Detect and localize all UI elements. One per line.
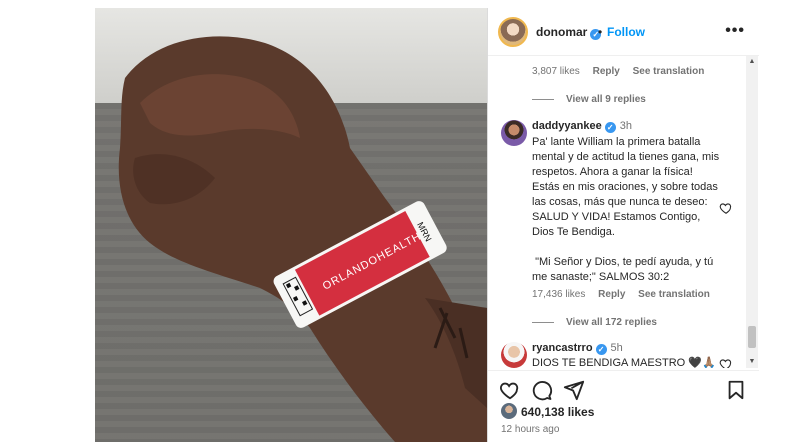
liker-avatar bbox=[501, 403, 517, 419]
view-replies-link[interactable]: View all 9 replies bbox=[532, 94, 646, 105]
likes-count[interactable]: 640,138 likes bbox=[521, 405, 594, 419]
author-username-text[interactable]: donomar bbox=[536, 25, 587, 39]
post-timestamp[interactable]: 12 hours ago bbox=[501, 424, 559, 435]
commenter-username[interactable]: daddyyankee bbox=[532, 120, 602, 132]
comments-scrollbar[interactable]: ▲ ▼ bbox=[746, 56, 758, 368]
commenter-username[interactable]: ryancastrro bbox=[532, 342, 593, 354]
see-translation-link[interactable]: See translation bbox=[638, 289, 710, 300]
comment-text: Pa' lante William la primera batalla men… bbox=[532, 136, 720, 283]
header-separator: • bbox=[598, 25, 603, 39]
comment-meta: 17,436 likes Reply See translation bbox=[532, 289, 720, 300]
scrollbar-thumb[interactable] bbox=[748, 326, 756, 348]
verified-icon: ✓ bbox=[595, 344, 607, 355]
scroll-down-arrow-icon[interactable]: ▼ bbox=[748, 358, 756, 366]
comment-text: DIOS TE BENDIGA MAESTRO 🖤🙏🏽 bbox=[532, 357, 716, 368]
post-actions bbox=[488, 370, 759, 401]
like-comment-heart-icon[interactable] bbox=[719, 357, 733, 368]
reply-link[interactable]: Reply bbox=[593, 66, 620, 77]
commenter-avatar[interactable] bbox=[501, 120, 527, 146]
view-replies-link[interactable]: View all 172 replies bbox=[532, 317, 657, 328]
author-username[interactable]: donomar ✓ bbox=[536, 25, 602, 40]
author-avatar[interactable] bbox=[498, 17, 528, 47]
post-header: donomar ✓ • Follow ••• bbox=[488, 8, 759, 56]
photo-scene: ORLANDOHEALTH MRN bbox=[118, 36, 487, 442]
like-comment-heart-icon[interactable] bbox=[719, 201, 733, 215]
comment-meta-top: 3,807 likes Reply See translation bbox=[532, 66, 714, 77]
comment-header: ryancastrro ✓ 5h bbox=[532, 342, 623, 355]
comment-header: daddyyankee ✓ 3h bbox=[532, 120, 632, 133]
more-icon[interactable]: ••• bbox=[725, 22, 745, 40]
comment-time: 3h bbox=[619, 120, 632, 132]
heart-icon[interactable] bbox=[499, 379, 521, 401]
comments-list[interactable]: 3,807 likes Reply See translation View a… bbox=[488, 56, 759, 368]
reply-link[interactable]: Reply bbox=[598, 289, 625, 300]
comment-icon[interactable] bbox=[531, 379, 553, 401]
see-translation-link[interactable]: See translation bbox=[633, 66, 705, 77]
scroll-up-arrow-icon[interactable]: ▲ bbox=[748, 58, 756, 66]
verified-icon: ✓ bbox=[604, 122, 616, 133]
post-photo: ORLANDOHEALTH MRN bbox=[95, 8, 487, 442]
post-side-panel: donomar ✓ • Follow ••• 3,807 likes Reply … bbox=[487, 8, 759, 442]
share-icon[interactable] bbox=[563, 379, 585, 401]
bookmark-icon[interactable] bbox=[725, 379, 747, 401]
commenter-avatar[interactable] bbox=[501, 342, 527, 368]
comment-time: 5h bbox=[610, 342, 623, 354]
comment-likes[interactable]: 17,436 likes bbox=[532, 289, 585, 300]
follow-button[interactable]: Follow bbox=[607, 25, 645, 39]
comment-likes[interactable]: 3,807 likes bbox=[532, 66, 580, 77]
